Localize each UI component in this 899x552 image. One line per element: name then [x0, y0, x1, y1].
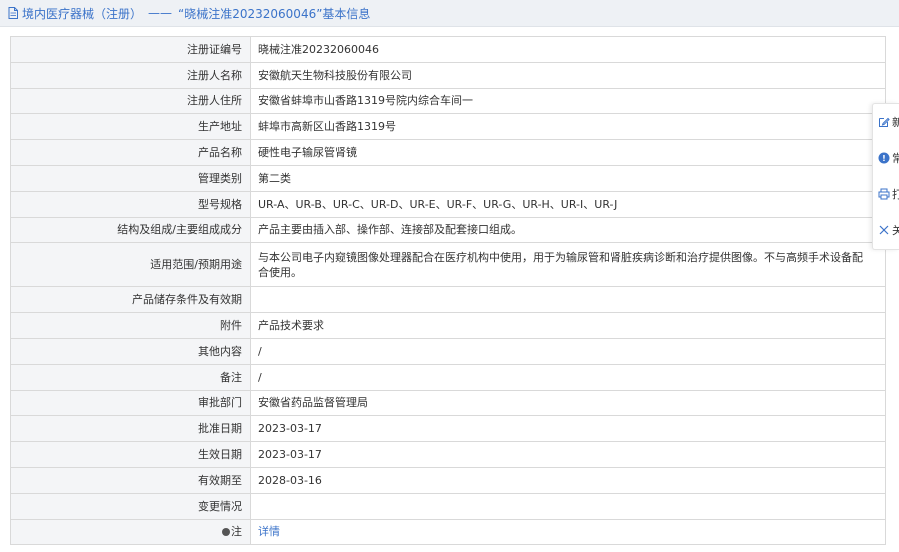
row-value: 产品技术要求 — [250, 312, 886, 339]
row-label: 批准日期 — [10, 415, 251, 443]
row-value: 安徽航天生物科技股份有限公司 — [250, 61, 886, 89]
table-row: 适用范围/预期用途 与本公司电子内窥镜图像处理器配合在医疗机构中使用，用于为输尿管… — [10, 242, 886, 288]
header-category: 境内医疗器械（注册） — [22, 6, 143, 21]
header-separator: —— — [148, 6, 173, 20]
row-label: 注册人住所 — [10, 87, 251, 115]
row-value: / — [250, 337, 886, 365]
row-label: 附件 — [10, 312, 251, 339]
row-value — [250, 286, 886, 314]
row-value: 第二类 — [250, 164, 886, 192]
close-icon — [879, 225, 889, 235]
row-label: 注册证编号 — [10, 36, 251, 63]
table-row: 注册人名称 安徽航天生物科技股份有限公司 — [10, 61, 886, 89]
table-row: 有效期至 2028-03-16 — [10, 466, 886, 494]
table-row: 产品名称 硬性电子输尿管肾镜 — [10, 139, 886, 166]
edit-icon — [879, 117, 890, 127]
side-item-label: 常 — [892, 152, 899, 165]
side-item-label: 新 — [892, 116, 899, 129]
page-title: “晓械注准20232060046”基本信息 — [178, 6, 371, 21]
row-value: 与本公司电子内窥镜图像处理器配合在医疗机构中使用，用于为输尿管和肾脏疾病诊断和治… — [250, 242, 886, 288]
side-item-close[interactable]: 关 — [878, 220, 899, 240]
print-icon — [878, 188, 890, 200]
side-item-faq[interactable]: ! 常 — [878, 148, 899, 168]
note-label: 注 — [231, 525, 242, 539]
side-toolbar: 新 ! 常 打 关 — [872, 103, 899, 250]
info-table: 注册证编号 晓械注准20232060046 注册人名称 安徽航天生物科技股份有限公司… — [10, 36, 886, 546]
table-row: 附件 产品技术要求 — [10, 312, 886, 339]
pin-icon — [222, 528, 230, 537]
page-header: 境内医疗器械（注册） —— “晓械注准20232060046”基本信息 — [0, 0, 899, 27]
row-value: 晓械注准20232060046 — [250, 36, 886, 63]
table-row: 产品储存条件及有效期 — [10, 286, 886, 314]
table-row: 备注 / — [10, 363, 886, 391]
table-row: 生产地址 蚌埠市高新区山香路1319号 — [10, 113, 886, 141]
row-value: UR-A、UR-B、UR-C、UR-D、UR-E、UR-F、UR-G、UR-H、… — [250, 190, 886, 218]
table-row: 生效日期 2023-03-17 — [10, 441, 886, 468]
row-label: 变更情况 — [10, 492, 251, 520]
row-value: 2023-03-17 — [250, 441, 886, 468]
row-label: 其他内容 — [10, 337, 251, 365]
row-label: 生产地址 — [10, 113, 251, 141]
row-value: 产品主要由插入部、操作部、连接部及配套接口组成。 — [250, 216, 886, 244]
table-row: 批准日期 2023-03-17 — [10, 415, 886, 443]
row-label: 审批部门 — [10, 389, 251, 417]
row-label: 型号规格 — [10, 190, 251, 218]
row-value: 2023-03-17 — [250, 415, 886, 443]
row-value: 安徽省蚌埠市山香路1319号院内综合车间一 — [250, 87, 886, 115]
row-label: 结构及组成/主要组成成分 — [10, 216, 251, 244]
document-icon — [8, 7, 18, 19]
row-label: 适用范围/预期用途 — [10, 242, 251, 288]
details-link[interactable]: 详情 — [250, 518, 886, 546]
row-label: 备注 — [10, 363, 251, 391]
row-label: 产品储存条件及有效期 — [10, 286, 251, 314]
table-row: 注册人住所 安徽省蚌埠市山香路1319号院内综合车间一 — [10, 87, 886, 115]
svg-text:!: ! — [882, 154, 886, 163]
row-label: 注册人名称 — [10, 61, 251, 89]
table-row: 注册证编号 晓械注准20232060046 — [10, 36, 886, 63]
side-item-new[interactable]: 新 — [878, 112, 899, 132]
side-item-label: 打 — [892, 188, 899, 201]
help-icon: ! — [878, 152, 890, 164]
row-value — [250, 492, 886, 520]
table-row: 审批部门 安徽省药品监督管理局 — [10, 389, 886, 417]
row-label: 有效期至 — [10, 466, 251, 494]
row-value: 硬性电子输尿管肾镜 — [250, 139, 886, 166]
row-label: 注 — [10, 518, 251, 546]
table-row: 管理类别 第二类 — [10, 164, 886, 192]
row-label: 产品名称 — [10, 139, 251, 166]
table-row: 结构及组成/主要组成成分 产品主要由插入部、操作部、连接部及配套接口组成。 — [10, 216, 886, 244]
row-label: 生效日期 — [10, 441, 251, 468]
row-value: / — [250, 363, 886, 391]
table-row: 注 详情 — [10, 518, 886, 546]
table-row: 其他内容 / — [10, 337, 886, 365]
side-item-print[interactable]: 打 — [878, 184, 899, 204]
table-row: 变更情况 — [10, 492, 886, 520]
table-row: 型号规格 UR-A、UR-B、UR-C、UR-D、UR-E、UR-F、UR-G、U… — [10, 190, 886, 218]
row-value: 2028-03-16 — [250, 466, 886, 494]
row-value: 蚌埠市高新区山香路1319号 — [250, 113, 886, 141]
side-item-label: 关 — [892, 224, 899, 237]
row-label: 管理类别 — [10, 164, 251, 192]
row-value: 安徽省药品监督管理局 — [250, 389, 886, 417]
